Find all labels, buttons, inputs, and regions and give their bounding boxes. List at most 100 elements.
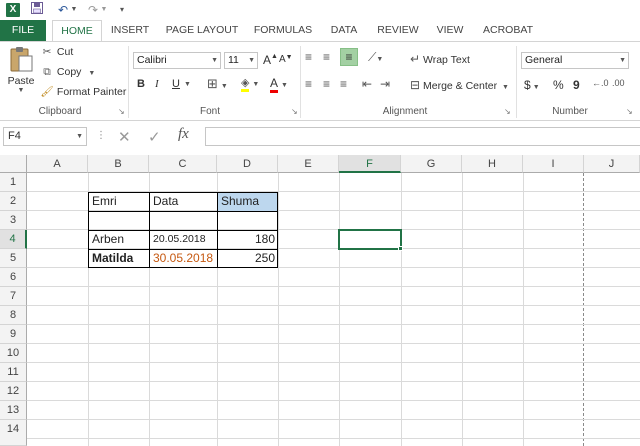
italic-button[interactable]: I <box>155 78 159 90</box>
comma-button[interactable]: 9 <box>573 78 580 92</box>
font-launcher-icon[interactable]: ↘ <box>291 107 298 116</box>
row-header-7[interactable]: 7 <box>0 287 27 306</box>
insert-function-icon[interactable]: fx <box>178 126 189 143</box>
currency-button[interactable]: $ ▼ <box>524 78 540 92</box>
alignment-launcher-icon[interactable]: ↘ <box>504 107 511 116</box>
cell-c2[interactable]: Data <box>150 192 217 211</box>
row-header-11[interactable]: 11 <box>0 363 27 382</box>
row-header-9[interactable]: 9 <box>0 325 27 344</box>
number-format-dropdown[interactable]: General ▼ <box>521 52 629 69</box>
fill-color-button[interactable]: ◈ ▼ <box>241 76 259 92</box>
gridline <box>27 381 640 382</box>
grow-font-button[interactable]: A▲ <box>263 53 278 67</box>
column-header-c[interactable]: C <box>149 155 217 173</box>
tab-page-layout[interactable]: PAGE LAYOUT <box>162 20 242 41</box>
tab-view[interactable]: VIEW <box>432 20 468 41</box>
decrease-indent-button[interactable]: ⇤ <box>362 77 372 91</box>
enter-icon[interactable]: ✓ <box>148 128 161 146</box>
middle-align-button[interactable]: ≡ <box>323 50 330 64</box>
tab-data[interactable]: DATA <box>326 20 362 41</box>
column-header-j[interactable]: J <box>584 155 640 173</box>
undo-icon[interactable]: ↶ <box>56 2 70 18</box>
formula-input[interactable] <box>205 127 640 146</box>
align-right-button[interactable]: ≡ <box>340 77 347 91</box>
align-left-button[interactable]: ≡ <box>305 77 312 91</box>
cell-b4[interactable]: Arben <box>89 230 149 249</box>
select-all-corner[interactable] <box>0 155 27 173</box>
cancel-icon[interactable]: ✕ <box>118 128 131 146</box>
font-size-dropdown[interactable]: 11 ▼ <box>224 52 258 69</box>
paste-button[interactable]: Paste ▼ <box>5 45 37 101</box>
tab-home[interactable]: HOME <box>52 20 102 41</box>
align-center-button[interactable]: ≡ <box>323 77 330 91</box>
clipboard-group-label: Clipboard <box>38 106 82 117</box>
customize-qat-icon[interactable]: ▾ <box>117 2 127 18</box>
save-icon[interactable] <box>30 2 44 18</box>
underline-button[interactable]: U <box>172 78 180 90</box>
column-header-f[interactable]: F <box>339 155 401 173</box>
row-header-8[interactable]: 8 <box>0 306 27 325</box>
number-launcher-icon[interactable]: ↘ <box>626 107 633 116</box>
tab-formulas[interactable]: FORMULAS <box>252 20 314 41</box>
copy-button[interactable]: ⧉ Copy ▼ <box>40 66 95 79</box>
tab-file[interactable]: FILE <box>0 20 46 41</box>
bold-button[interactable]: B <box>137 78 145 90</box>
column-header-e[interactable]: E <box>278 155 339 173</box>
shrink-font-button[interactable]: A▼ <box>279 54 293 65</box>
cell-c4[interactable]: 20.05.2018 <box>150 230 217 249</box>
undo-dropdown-icon[interactable]: ▼ <box>70 2 78 18</box>
column-header-d[interactable]: D <box>217 155 278 173</box>
decrease-decimal-button[interactable]: .00 <box>612 78 625 88</box>
tab-review[interactable]: REVIEW <box>374 20 422 41</box>
chevron-down-icon: ▼ <box>619 57 626 64</box>
tab-insert[interactable]: INSERT <box>108 20 152 41</box>
column-header-h[interactable]: H <box>462 155 523 173</box>
cut-button[interactable]: ✂ Cut <box>40 46 74 58</box>
top-align-button[interactable]: ≡ <box>305 50 312 64</box>
row-header-13[interactable]: 13 <box>0 401 27 420</box>
row-header-12[interactable]: 12 <box>0 382 27 401</box>
cell-d4[interactable]: 180 <box>218 230 278 249</box>
column-header-a[interactable]: A <box>27 155 88 173</box>
row-header-3[interactable]: 3 <box>0 211 27 230</box>
cell-c5[interactable]: 30.05.2018 <box>150 249 217 268</box>
redo-icon[interactable]: ↷ <box>86 2 100 18</box>
name-box[interactable]: F4 ▼ <box>3 127 87 146</box>
fill-handle[interactable] <box>398 246 403 251</box>
increase-decimal-button[interactable]: ←.0 <box>592 78 609 88</box>
borders-button[interactable]: ⊞ ▼ <box>207 76 228 92</box>
clipboard-launcher-icon[interactable]: ↘ <box>118 107 125 116</box>
active-cell-f4[interactable] <box>338 229 402 250</box>
font-color-button[interactable]: A ▼ <box>270 76 288 93</box>
cut-label: Cut <box>56 46 74 58</box>
column-header-b[interactable]: B <box>88 155 149 173</box>
font-name-dropdown[interactable]: Calibri ▼ <box>133 52 221 69</box>
row-header-4[interactable]: 4 <box>0 230 27 249</box>
column-header-g[interactable]: G <box>401 155 462 173</box>
tab-acrobat[interactable]: ACROBAT <box>478 20 538 41</box>
underline-dropdown-icon[interactable]: ▼ <box>184 81 191 88</box>
cell-b5[interactable]: Matilda <box>89 249 149 268</box>
paste-dropdown-icon[interactable]: ▼ <box>5 87 37 94</box>
row-header-1[interactable]: 1 <box>0 173 27 192</box>
orientation-button[interactable]: ⟋▼ <box>368 50 383 65</box>
copy-dropdown-icon[interactable]: ▼ <box>88 70 95 77</box>
redo-dropdown-icon[interactable]: ▼ <box>100 2 108 18</box>
cell-d5[interactable]: 250 <box>218 249 278 268</box>
row-header-14[interactable]: 14 <box>0 420 27 446</box>
row-header-5[interactable]: 5 <box>0 249 27 268</box>
format-painter-button[interactable]: 🖌 Format Painter <box>40 85 126 98</box>
column-header-i[interactable]: I <box>523 155 584 173</box>
cell-d2[interactable]: Shuma <box>218 192 278 211</box>
formula-bar-grip-icon[interactable]: ⋮ <box>96 130 106 141</box>
increase-indent-button[interactable]: ⇥ <box>380 77 390 91</box>
row-header-2[interactable]: 2 <box>0 192 27 211</box>
grow-arrow-icon: ▲ <box>271 53 278 60</box>
row-header-10[interactable]: 10 <box>0 344 27 363</box>
merge-center-button[interactable]: ⊟ Merge & Center ▼ <box>410 78 509 92</box>
wrap-text-button[interactable]: ↵ Wrap Text <box>410 52 470 66</box>
row-header-6[interactable]: 6 <box>0 268 27 287</box>
bottom-align-button[interactable]: ≡ <box>340 48 358 66</box>
percent-button[interactable]: % <box>553 78 564 92</box>
cell-b2[interactable]: Emri <box>89 192 149 211</box>
